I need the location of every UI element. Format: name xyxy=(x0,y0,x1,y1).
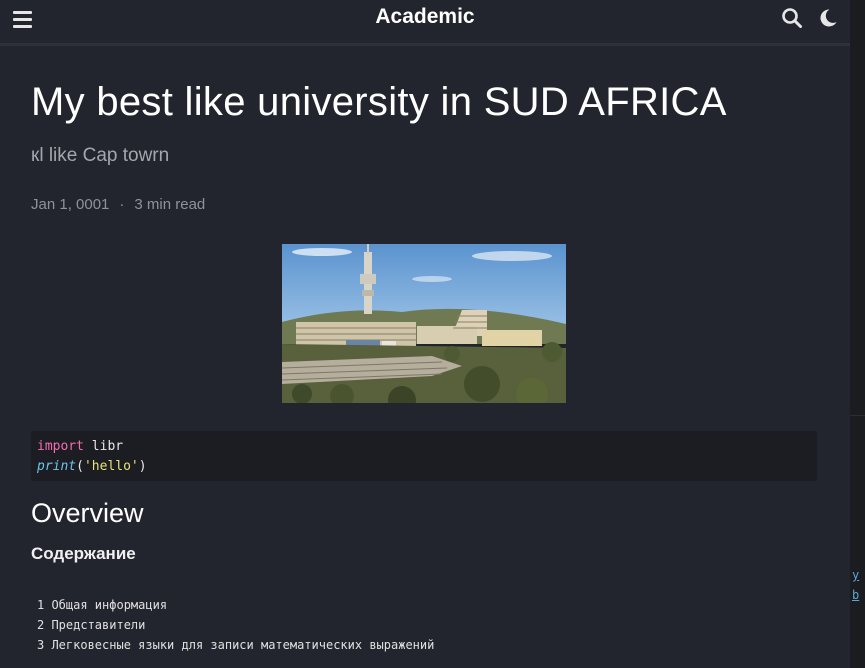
code-paren-open: ( xyxy=(76,459,84,474)
page: Academic My best like university in SUD … xyxy=(0,0,850,668)
side-panel-link[interactable]: b xyxy=(852,588,865,602)
side-panel-divider xyxy=(850,415,865,416)
code-paren-close: ) xyxy=(138,459,147,474)
article-date: Jan 1, 0001 xyxy=(31,196,110,213)
article-meta: Jan 1, 0001 · 3 min read xyxy=(31,196,205,213)
overview-heading: Overview xyxy=(31,498,144,528)
table-of-contents: 1 Общая информация 2 Представители 3 Лег… xyxy=(37,595,434,655)
site-brand: Academic xyxy=(0,5,850,29)
code-line-1: import libr xyxy=(37,437,811,457)
contents-heading: Содержание xyxy=(31,544,136,563)
article-title: My best like university in SUD AFRICA xyxy=(31,80,727,124)
navbar: Academic xyxy=(0,0,850,46)
toc-item[interactable]: 3 Легковесные языки для записи математич… xyxy=(37,635,434,655)
code-keyword: import xyxy=(37,439,84,454)
code-string: 'hello' xyxy=(83,459,139,474)
side-panel-link[interactable]: y xyxy=(852,568,865,582)
code-function: print xyxy=(37,459,77,474)
code-block: import libr print('hello') xyxy=(31,431,817,481)
toc-item[interactable]: 1 Общая информация xyxy=(37,595,434,615)
code-text: libr xyxy=(83,439,124,454)
code-line-2: print('hello') xyxy=(37,457,811,477)
brand-link[interactable]: Academic xyxy=(375,5,474,28)
read-time: 3 min read xyxy=(134,196,206,213)
university-photo xyxy=(282,244,566,403)
hamburger-menu-icon[interactable] xyxy=(13,11,32,28)
meta-separator: · xyxy=(119,196,125,213)
article-subtitle: кl like Cap towrn xyxy=(31,145,170,166)
toc-item[interactable]: 2 Представители xyxy=(37,615,434,635)
moon-icon[interactable] xyxy=(817,7,839,29)
search-icon[interactable] xyxy=(781,7,803,29)
